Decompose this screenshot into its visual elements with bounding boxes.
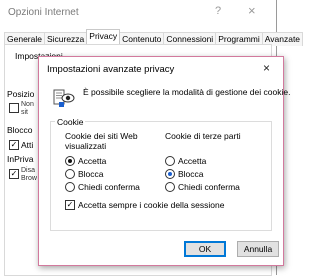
third-party-block-option[interactable]: Blocca [165, 168, 204, 179]
block-checkbox[interactable]: ✓ [9, 140, 19, 150]
close-icon[interactable]: × [248, 3, 256, 18]
dialog-title: Impostazioni avanzate privacy [47, 64, 175, 75]
first-party-prompt-label: Chiedi conferma [78, 181, 140, 192]
first-party-block-option[interactable]: Blocca [65, 168, 104, 179]
privacy-eye-icon [53, 89, 75, 107]
position-checkbox[interactable] [9, 103, 19, 113]
tab-privacy[interactable]: Privacy [86, 29, 121, 45]
first-party-heading-line1: Cookie dei siti Web [65, 131, 138, 141]
cookie-group-title: Cookie [55, 117, 86, 127]
inprivate-text1: Disa [21, 167, 36, 174]
inprivate-text2: Brow [21, 175, 37, 182]
dialog-close-icon[interactable]: × [263, 61, 270, 75]
inprivate-checkbox[interactable]: ✓ [9, 169, 19, 179]
first-party-heading: Cookie dei siti Web visualizzati [65, 131, 138, 151]
third-party-block-label: Blocca [178, 168, 204, 179]
third-party-prompt-radio[interactable] [165, 181, 175, 192]
third-party-prompt-option[interactable]: Chiedi conferma [165, 181, 240, 192]
advanced-privacy-dialog: Impostazioni avanzate privacy × È possib… [38, 56, 290, 266]
dialog-description: È possibile scegliere la modalità di ges… [83, 87, 291, 97]
position-option-text2: sit [21, 109, 28, 116]
inprivate-label: InPriva [7, 154, 34, 164]
first-party-heading-line2: visualizzati [65, 141, 107, 151]
session-cookies-option[interactable]: ✓ Accetta sempre i cookie della sessione [65, 199, 224, 210]
session-cookies-label: Accetta sempre i cookie della sessione [78, 199, 225, 210]
first-party-accept-label: Accetta [78, 155, 107, 166]
block-option-text: Atti [21, 140, 34, 150]
session-cookies-checkbox[interactable]: ✓ [65, 199, 75, 210]
first-party-block-radio[interactable] [65, 168, 75, 179]
position-option-text: Non [21, 101, 34, 108]
cancel-button[interactable]: Annulla [237, 241, 279, 257]
first-party-block-label: Blocca [78, 168, 104, 179]
third-party-accept-label: Accetta [178, 155, 207, 166]
first-party-accept-option[interactable]: Accetta [65, 155, 106, 166]
third-party-accept-radio[interactable] [165, 155, 175, 166]
first-party-prompt-option[interactable]: Chiedi conferma [65, 181, 140, 192]
ok-button[interactable]: OK [184, 241, 226, 257]
third-party-heading: Cookie di terze parti [165, 131, 241, 141]
third-party-block-radio[interactable] [165, 168, 175, 179]
tab-bar: Generale Sicurezza Privacy Contenuto Conness… [4, 29, 304, 46]
help-icon[interactable]: ? [215, 5, 221, 17]
internet-options-titlebar: Opzioni Internet ? × [0, 0, 276, 26]
internet-options-title: Opzioni Internet [8, 7, 79, 18]
third-party-prompt-label: Chiedi conferma [178, 181, 240, 192]
block-label: Blocco [7, 125, 33, 135]
first-party-prompt-radio[interactable] [65, 181, 75, 192]
third-party-accept-option[interactable]: Accetta [165, 155, 206, 166]
first-party-accept-radio[interactable] [65, 155, 75, 166]
position-label: Posizio [7, 89, 35, 99]
